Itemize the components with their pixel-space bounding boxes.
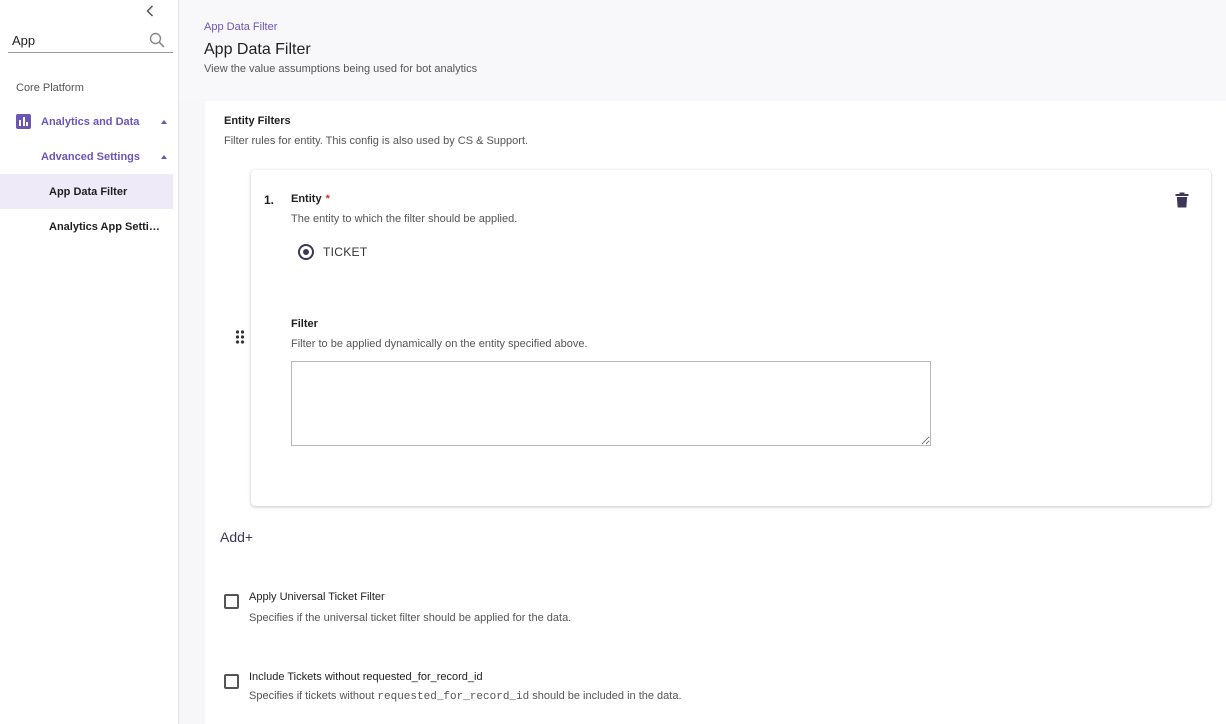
radio-label: TICKET	[323, 245, 368, 259]
checkbox-description: Specifies if tickets without requested_f…	[249, 690, 682, 703]
required-asterisk: *	[325, 193, 330, 205]
entity-filters-title: Entity Filters	[224, 115, 291, 127]
checkbox-label: Apply Universal Ticket Filter	[249, 591, 385, 603]
sidebar-item-label: Analytics and Data	[41, 115, 140, 128]
add-filter-button[interactable]: Add+	[220, 529, 253, 545]
nav-section-core-platform: Core Platform	[16, 82, 84, 94]
radio-selected-icon[interactable]	[298, 244, 314, 260]
chevron-left-icon[interactable]	[142, 2, 158, 20]
sidebar-item-label: Advanced Settings	[41, 150, 141, 163]
include-tickets-checkbox[interactable]	[224, 674, 239, 689]
universal-ticket-filter-checkbox[interactable]	[224, 594, 239, 609]
entity-radio-ticket[interactable]: TICKET	[298, 244, 367, 260]
caret-up-icon	[161, 154, 167, 159]
entity-description: The entity to which the filter should be…	[291, 213, 518, 225]
search-icon[interactable]	[149, 32, 165, 48]
main-content: App Data Filter App Data Filter View the…	[179, 0, 1226, 724]
page-title: App Data Filter	[204, 41, 311, 58]
checkbox-label: Include Tickets without requested_for_re…	[249, 671, 483, 683]
card-index: 1.	[264, 193, 275, 207]
desc-text: Specifies if tickets without	[249, 690, 375, 702]
sidebar-item-app-data-filter[interactable]: App Data Filter	[0, 174, 173, 209]
bar-chart-icon	[16, 114, 31, 129]
include-tickets-option: Include Tickets without requested_for_re…	[224, 671, 682, 703]
sidebar-item-label: Analytics App Settings	[49, 220, 161, 233]
add-button-label: Add	[220, 529, 245, 545]
sidebar-item-label: App Data Filter	[49, 185, 128, 198]
sidebar-item-advanced-settings[interactable]: Advanced Settings	[0, 139, 173, 174]
trash-icon[interactable]	[1175, 192, 1189, 208]
page-subtitle: View the value assumptions being used fo…	[204, 63, 478, 75]
entity-filter-card: 1. Entity * The entity to which the filte…	[235, 170, 1211, 506]
entity-filters-description: Filter rules for entity. This config is …	[224, 135, 529, 147]
plus-icon: +	[244, 529, 254, 545]
search-input[interactable]	[8, 32, 143, 48]
sidebar-item-analytics-and-data[interactable]: Analytics and Data	[0, 104, 173, 139]
filter-label: Filter	[291, 318, 318, 330]
filter-textarea[interactable]	[291, 361, 931, 446]
desc-code: requested_for_record_id	[377, 691, 530, 703]
universal-ticket-filter-option: Apply Universal Ticket Filter Specifies …	[224, 591, 571, 624]
sidebar-item-analytics-app-settings[interactable]: Analytics App Settings	[0, 209, 173, 244]
breadcrumb[interactable]: App Data Filter	[204, 21, 277, 33]
filter-description: Filter to be applied dynamically on the …	[291, 338, 588, 350]
entity-label: Entity *	[291, 193, 330, 205]
settings-panel: Entity Filters Filter rules for entity. …	[205, 101, 1226, 724]
entity-label-text: Entity	[291, 193, 322, 205]
page-header: App Data Filter App Data Filter View the…	[179, 0, 1226, 100]
drag-handle-icon[interactable]	[235, 329, 245, 345]
checkbox-description: Specifies if the universal ticket filter…	[249, 612, 572, 624]
desc-text: should be included in the data.	[532, 690, 682, 702]
sidebar-search	[8, 28, 173, 53]
caret-up-icon	[161, 119, 167, 124]
sidebar: Core Platform Analytics and Data Advance…	[0, 0, 179, 724]
